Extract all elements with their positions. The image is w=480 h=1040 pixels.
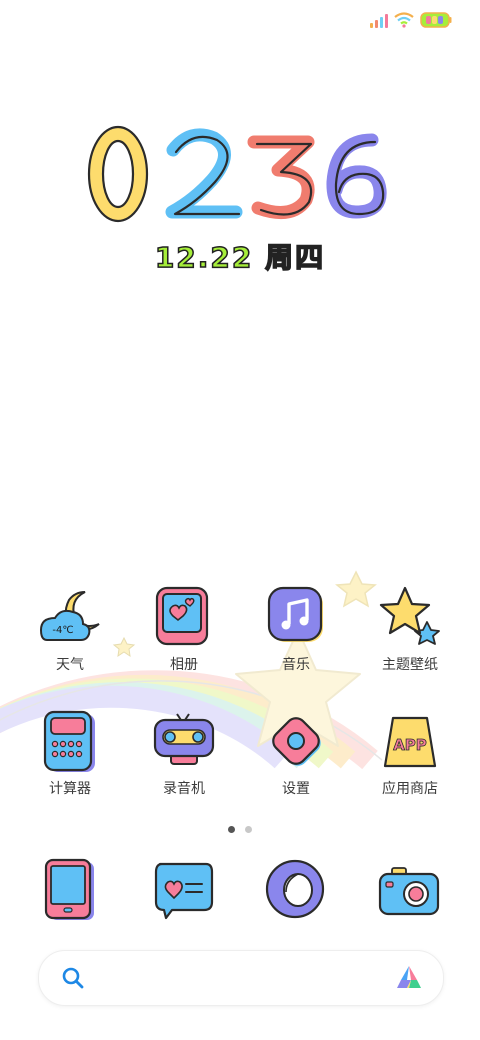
music-icon [267, 586, 323, 642]
search-bar[interactable] [38, 950, 444, 1006]
app-label: 计算器 [49, 781, 91, 797]
gallery-icon [155, 586, 209, 646]
status-bar [370, 12, 452, 28]
calculator-icon [43, 710, 95, 772]
date-label: 12.22 周四 [154, 240, 326, 275]
recorder-icon [153, 713, 215, 765]
app-label: 录音机 [163, 781, 205, 797]
battery-icon [420, 12, 452, 28]
messages-icon[interactable] [152, 860, 214, 922]
app-label: 主题壁纸 [382, 657, 438, 673]
camera-icon[interactable] [378, 862, 440, 924]
clock-widget[interactable] [0, 120, 480, 230]
app-label: 设置 [282, 781, 310, 797]
app-music[interactable]: 音乐 [246, 586, 346, 674]
page-indicator[interactable] [0, 826, 480, 833]
search-icon[interactable] [61, 966, 85, 990]
app-label: 音乐 [282, 657, 310, 673]
app-store[interactable]: APP 应用商店 [360, 710, 460, 798]
app-themes[interactable]: 主题壁纸 [360, 586, 460, 674]
app-store-badge: APP [393, 736, 427, 754]
page-dot-active [228, 826, 235, 833]
browser-icon[interactable] [264, 858, 326, 920]
app-store-icon: APP [383, 716, 437, 768]
weather-icon: -4℃ [39, 591, 100, 641]
page-dot [245, 826, 252, 833]
app-weather[interactable]: -4℃ 天气 [20, 586, 120, 674]
weather-temp: -4℃ [52, 625, 73, 636]
settings-icon [272, 717, 321, 766]
signal-icon [370, 12, 388, 28]
app-recorder[interactable]: 录音机 [134, 710, 234, 798]
wifi-icon [394, 12, 414, 28]
app-label: 天气 [56, 657, 84, 673]
clock-digit-3 [247, 135, 315, 219]
themes-icon [379, 586, 440, 645]
app-label: 应用商店 [382, 781, 438, 797]
assistant-logo-icon[interactable] [395, 964, 423, 992]
app-gallery[interactable]: 相册 [134, 586, 234, 674]
app-label: 相册 [170, 657, 198, 673]
app-settings[interactable]: 设置 [246, 710, 346, 798]
app-calculator[interactable]: 计算器 [20, 710, 120, 798]
phone-icon[interactable] [40, 858, 102, 920]
